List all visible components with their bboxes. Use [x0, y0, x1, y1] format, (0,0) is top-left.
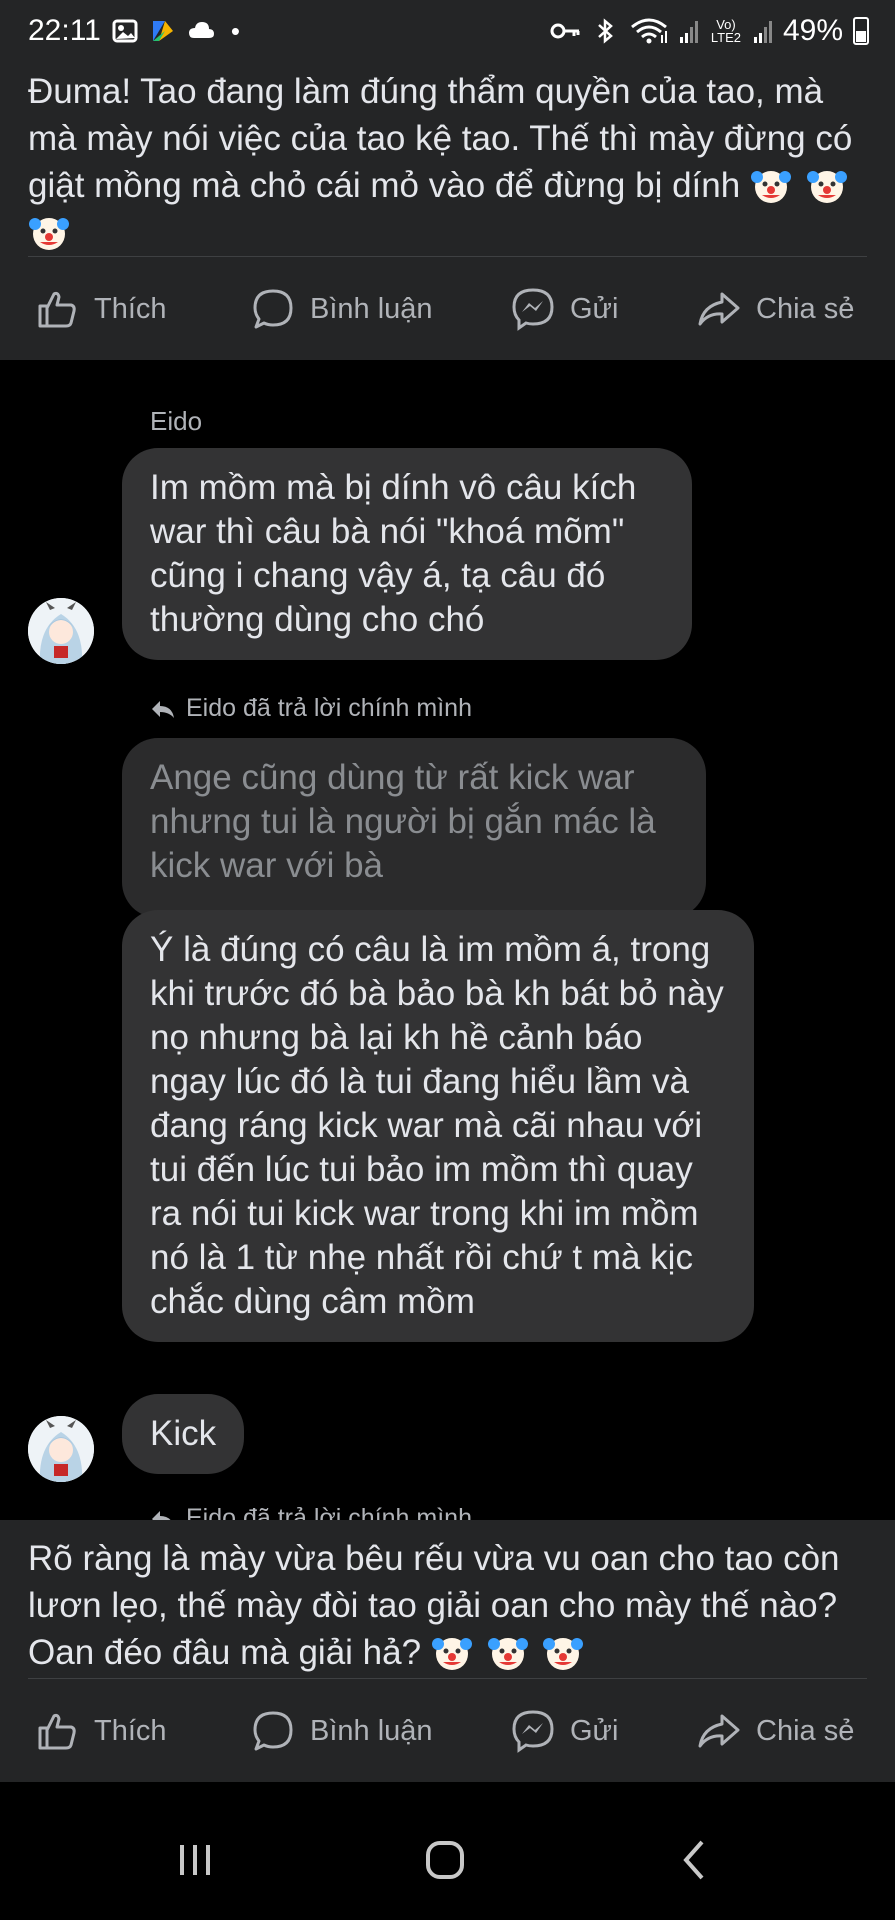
- avatar-image: [28, 598, 94, 664]
- send-label: Gửi: [570, 292, 619, 325]
- post-actions: Thích Bình luận Gửi Chia sẻ: [0, 1690, 895, 1772]
- wifi-icon: [631, 18, 667, 44]
- status-time: 22:11: [28, 14, 101, 47]
- like-label: Thích: [94, 1714, 167, 1747]
- home-icon[interactable]: [415, 1830, 475, 1890]
- status-dot: •: [230, 15, 240, 46]
- network-label: Vo) LTE2: [710, 17, 741, 45]
- share-arrow-icon: [698, 1714, 740, 1748]
- comment-bubble[interactable]: Ý là đúng có câu là im mồm á, trong khi …: [122, 910, 754, 1342]
- app-icon: [152, 21, 173, 41]
- clown-face-icon: [543, 1638, 584, 1670]
- comment-text: Ange cũng dùng từ rất kick war nhưng tui…: [150, 758, 656, 885]
- avatar[interactable]: [28, 598, 94, 664]
- share-label: Chia sẻ: [756, 1714, 855, 1747]
- divider: [28, 1678, 867, 1679]
- post-text: Rõ ràng là mày vừa bêu rếu vừa vu oan ch…: [28, 1535, 867, 1676]
- signal-icon: [679, 21, 698, 43]
- comment-button[interactable]: Bình luận: [250, 286, 433, 332]
- battery-percent: 49%: [782, 14, 843, 47]
- like-button[interactable]: Thích: [34, 1708, 167, 1754]
- comment-bubble-icon: [253, 289, 293, 329]
- key-icon: [550, 23, 580, 39]
- thumbs-up-icon: [38, 291, 76, 328]
- avatar[interactable]: [28, 1416, 94, 1482]
- back-icon[interactable]: [666, 1830, 726, 1890]
- reply-note[interactable]: Eido đã trả lời chính mình: [150, 1504, 472, 1520]
- clown-face-icon: [487, 1638, 528, 1670]
- share-button[interactable]: Chia sẻ: [696, 286, 854, 332]
- share-arrow-icon: [698, 292, 740, 326]
- battery-icon: [853, 17, 869, 45]
- avatar-image: [28, 1416, 94, 1482]
- comments-thread: Eido Im mồm mà bị dính vô câu kích war t…: [0, 386, 895, 1520]
- like-label: Thích: [94, 292, 167, 325]
- bluetooth-icon: [598, 18, 613, 44]
- messenger-icon: [512, 288, 554, 331]
- comment-text: Ý là đúng có câu là im mồm á, trong khi …: [150, 930, 724, 1321]
- post-card-top: Đuma! Tao đang làm đúng thẩm quyền của t…: [0, 62, 895, 360]
- reply-note[interactable]: Eido đã trả lời chính mình: [150, 694, 472, 723]
- send-label: Gửi: [570, 1714, 619, 1747]
- post-card-bottom: Rõ ràng là mày vừa bêu rếu vừa vu oan ch…: [0, 1520, 895, 1782]
- reply-arrow-icon: [152, 700, 174, 718]
- clown-face-icon: [750, 171, 791, 203]
- recent-apps-icon[interactable]: [165, 1830, 225, 1890]
- post-text: Đuma! Tao đang làm đúng thẩm quyền của t…: [28, 68, 867, 256]
- post-actions: Thích Bình luận Gửi Chia sẻ: [0, 268, 895, 350]
- comment-bubble[interactable]: Ange cũng dùng từ rất kick war nhưng tui…: [122, 738, 706, 918]
- post-body: Đuma! Tao đang làm đúng thẩm quyền của t…: [28, 72, 853, 205]
- reply-note-text: Eido đã trả lời chính mình: [186, 1504, 472, 1520]
- like-button[interactable]: Thích: [34, 286, 167, 332]
- comment-bubble[interactable]: Kick: [122, 1394, 245, 1474]
- send-button[interactable]: Gửi: [510, 1708, 618, 1754]
- comment-bubble-icon: [253, 1711, 293, 1751]
- comment-button[interactable]: Bình luận: [250, 1708, 433, 1754]
- comment-author[interactable]: Eido: [150, 406, 202, 437]
- emoji-group: [431, 1633, 588, 1672]
- comment-text: Kick: [150, 1414, 217, 1453]
- thumbs-up-icon: [38, 1713, 76, 1750]
- navigation-bar: [0, 1800, 895, 1920]
- share-button[interactable]: Chia sẻ: [696, 1708, 854, 1754]
- send-button[interactable]: Gửi: [510, 286, 618, 332]
- divider: [28, 256, 867, 257]
- reply-note-text: Eido đã trả lời chính mình: [186, 694, 472, 722]
- share-label: Chia sẻ: [756, 292, 855, 325]
- comment-bubble[interactable]: Im mồm mà bị dính vô câu kích war thì câ…: [122, 448, 692, 660]
- comment-label: Bình luận: [310, 1714, 433, 1747]
- signal-icon: [753, 21, 772, 43]
- gallery-icon: [112, 19, 138, 43]
- clown-face-icon: [431, 1638, 472, 1670]
- clown-face-icon: [29, 218, 69, 250]
- clown-face-icon: [806, 171, 847, 203]
- cloud-icon: [188, 22, 214, 38]
- messenger-icon: [512, 1710, 554, 1753]
- reply-arrow-icon: [152, 1510, 171, 1520]
- comment-text: Im mồm mà bị dính vô câu kích war thì câ…: [150, 468, 637, 639]
- status-bar: 22:11 • Vo) LTE2 49%: [0, 0, 895, 62]
- comment-label: Bình luận: [310, 292, 433, 325]
